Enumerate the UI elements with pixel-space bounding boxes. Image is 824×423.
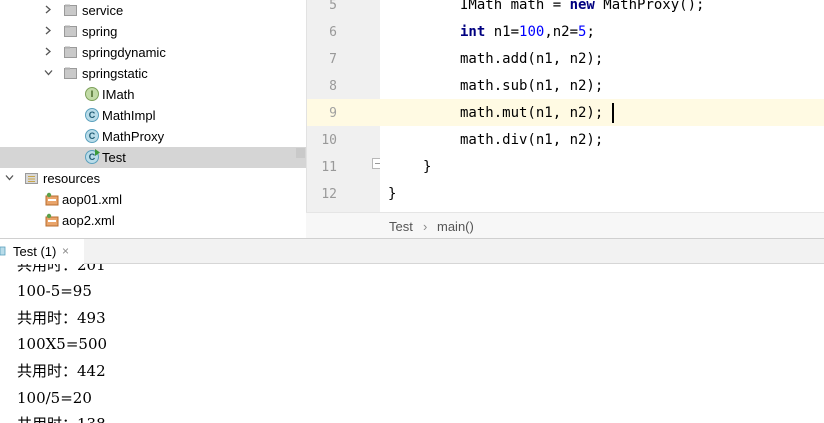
tree-item-label: springstatic [82,66,148,81]
chevron-right-icon[interactable] [44,5,53,14]
breadcrumb: Test › main() [306,212,824,238]
tree-item-label: aop2.xml [62,213,115,228]
chevron-down-icon[interactable] [44,68,53,77]
console-line: 共用时：138 [17,414,106,423]
code-line-6: int n1=100,n2=5; [460,24,595,40]
line-number: 5 [329,0,337,13]
run-config-icon [0,246,6,256]
tree-item-aop2-xml[interactable]: aop2.xml [0,210,306,231]
chevron-right-icon[interactable] [44,47,53,56]
console-line: 共用时：442 [17,362,106,380]
code-line-11: } [423,159,432,175]
code-line-8: math.sub(n1, n2); [460,78,604,94]
chevron-right-icon[interactable] [44,26,53,35]
console-line: 100/5=20 [17,389,92,407]
tree-item-mathproxy[interactable]: C MathProxy [0,126,306,147]
console-line: 100X5=500 [17,335,108,353]
tree-scrollbar-thumb[interactable] [296,148,305,158]
run-icon [95,149,100,156]
interface-icon: I [85,87,99,101]
package-icon [64,25,77,37]
tree-item-label: MathProxy [102,129,165,144]
tree-item-test[interactable]: C Test [0,147,306,168]
line-number: 6 [329,25,337,40]
tree-item-mathimpl[interactable]: C MathImpl [0,105,306,126]
tree-item-label: aop01.xml [62,192,122,207]
line-number: 12 [321,187,337,202]
code-line-9: math.mut(n1, n2); [460,105,604,121]
line-number: 8 [329,79,337,94]
tree-item-spring[interactable]: spring [0,21,306,42]
package-icon [64,67,77,79]
tree-item-label: spring [82,24,118,39]
runnable-class-icon: C [85,149,100,164]
tree-item-label: service [82,3,124,18]
package-icon [64,4,77,16]
line-number: 11 [321,160,337,175]
tree-item-imath[interactable]: I IMath [0,84,306,105]
tree-item-label: Test [102,150,126,165]
tree-item-springdynamic[interactable]: springdynamic [0,42,306,63]
console-line: 共用时：493 [17,309,106,327]
tree-item-label: resources [43,171,101,186]
console-line: 100-5=95 [17,282,92,300]
resource-folder-icon [25,173,38,184]
tree-item-label: MathImpl [102,108,156,123]
line-number: 10 [321,133,337,148]
package-icon [64,46,77,58]
close-icon[interactable]: × [62,244,69,258]
project-tree: service spring springdynamic springstati… [0,0,306,238]
code-line-5: IMath math = new MathProxy(); [460,0,705,13]
xml-file-icon [45,192,59,206]
line-number: 7 [329,52,337,67]
tree-item-springstatic[interactable]: springstatic [0,63,306,84]
run-console-output[interactable]: 共用时：201 100-5=95 共用时：493 100X5=500 共用时：4… [0,264,824,423]
xml-file-icon [45,213,59,227]
code-line-12: } [388,186,397,202]
run-tool-window-header: Test (1) × [0,238,824,264]
editor-gutter[interactable]: 5 6 7 8 9 10 11 12 [306,0,383,212]
text-caret [612,103,614,123]
tree-item-label: IMath [102,87,135,102]
tree-item-service[interactable]: service [0,0,306,21]
class-icon: C [85,108,99,122]
code-line-10: math.div(n1, n2); [460,132,604,148]
chevron-down-icon[interactable] [5,173,14,182]
line-number-current: 9 [329,106,337,121]
tree-item-resources[interactable]: resources [0,168,306,189]
breadcrumb-method[interactable]: main() [437,219,474,234]
console-line: 共用时：201 [17,264,106,274]
run-tab[interactable]: Test (1) × [0,239,84,264]
code-editor[interactable]: IMath math = new MathProxy(); int n1=100… [380,0,824,212]
run-tab-label: Test (1) [13,244,57,259]
tree-item-label: springdynamic [82,45,166,60]
breadcrumb-class[interactable]: Test [389,219,413,234]
class-icon: C [85,129,99,143]
breadcrumb-separator: › [423,219,428,234]
tree-item-aop01-xml[interactable]: aop01.xml [0,189,306,210]
code-line-7: math.add(n1, n2); [460,51,604,67]
